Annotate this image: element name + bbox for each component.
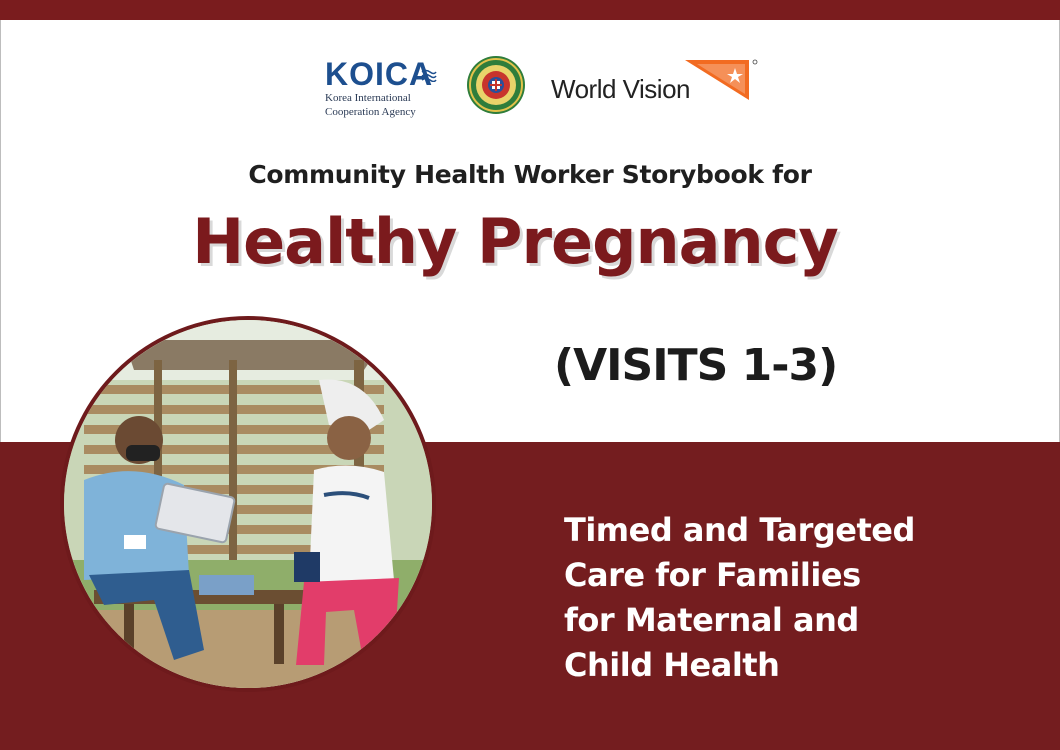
page-title: Healthy Pregnancy [192, 205, 839, 278]
storybook-subtitle: Community Health Worker Storybook for [248, 160, 812, 189]
tagline: Timed and Targeted Care for Families for… [564, 508, 1004, 688]
tagline-line-4: Child Health [564, 646, 780, 684]
tagline-line-2: Care for Families [564, 556, 861, 594]
world-vision-wordmark: World Vision [551, 74, 691, 104]
visits-label: (VISITS 1-3) [554, 340, 838, 391]
koica-logo: KOICA Korea International Cooperation Ag… [325, 58, 437, 118]
cover-photo [60, 316, 436, 692]
world-vision-logo: World Vision [551, 58, 761, 106]
tagline-line-1: Timed and Targeted [564, 511, 915, 549]
doh-seal-icon [467, 56, 525, 114]
koica-subtitle-2: Cooperation Agency [325, 106, 416, 118]
tagline-line-3: for Maternal and [564, 601, 859, 639]
koica-wave-icon [421, 69, 437, 82]
top-stripe [0, 0, 1060, 20]
health-worker-visit-illustration [64, 320, 432, 688]
koica-subtitle-1: Korea International [325, 92, 411, 104]
world-vision-star-icon [685, 59, 758, 100]
